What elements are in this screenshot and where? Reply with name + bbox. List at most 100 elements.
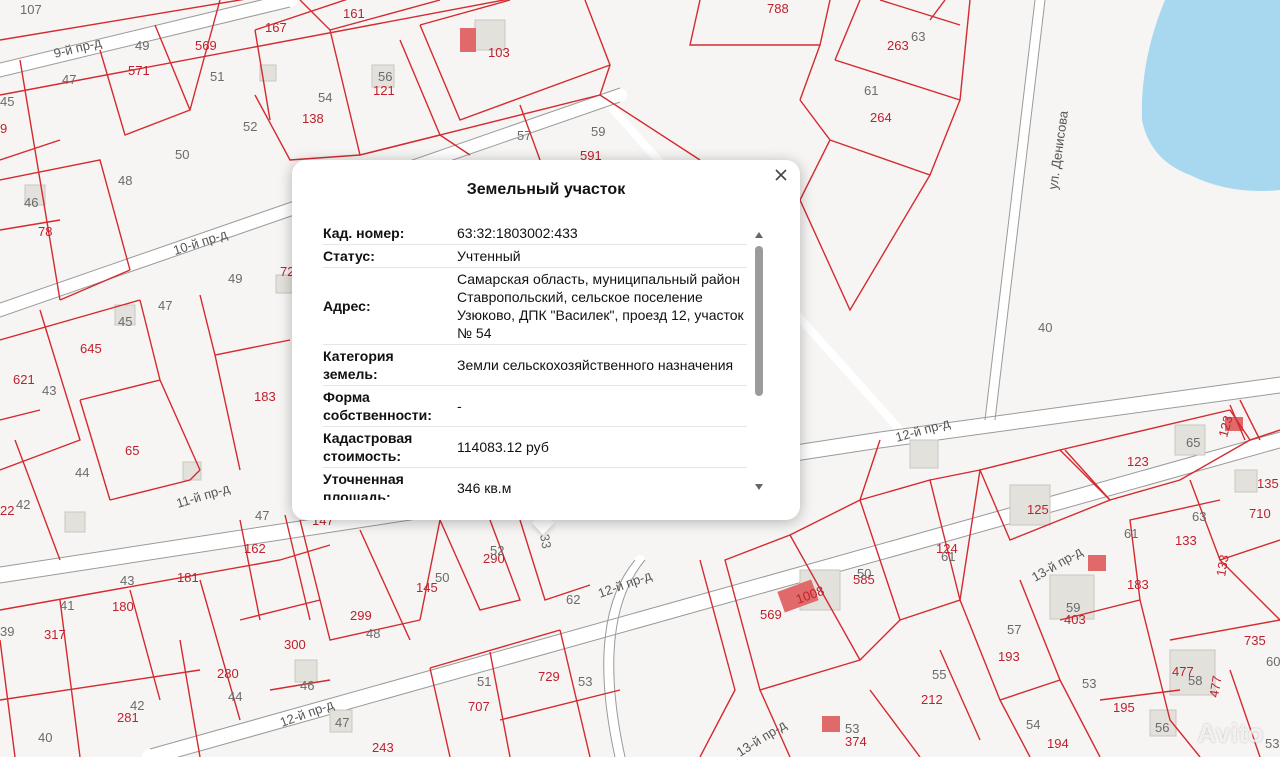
parcel-label: 300 xyxy=(284,637,306,652)
parcel-label: 123 xyxy=(1127,454,1149,469)
parcel-label: 42 xyxy=(16,497,30,512)
attr-row-ownership: Форма собственности: - xyxy=(323,386,747,427)
parcel-label: 50 xyxy=(435,570,449,585)
parcel-label: 22 xyxy=(0,503,14,518)
parcel-label: 78 xyxy=(38,224,52,239)
parcel-label: 280 xyxy=(217,666,239,681)
parcel-label: 571 xyxy=(128,63,150,78)
attr-key: Кадастровая стоимость: xyxy=(323,430,413,464)
triangle-up-icon[interactable] xyxy=(754,226,764,244)
attr-value: 114083.12 руб xyxy=(457,439,549,455)
parcel-label: 46 xyxy=(300,678,314,693)
parcel-label: 167 xyxy=(265,20,287,35)
parcel-label: 60 xyxy=(1266,654,1280,669)
parcel-label: 44 xyxy=(228,689,242,704)
parcel-label: 107 xyxy=(20,2,42,17)
parcel-label: 569 xyxy=(760,607,782,622)
triangle-down-icon[interactable] xyxy=(754,478,764,496)
parcel-label: 162 xyxy=(244,541,266,556)
watermark: Avito xyxy=(1197,718,1264,748)
parcel-label: 133 xyxy=(1175,533,1197,548)
parcel-label: 46 xyxy=(24,195,38,210)
parcel-label: 50 xyxy=(175,147,189,162)
popup-title: Земельный участок xyxy=(466,181,626,198)
parcel-label: 56 xyxy=(1155,720,1169,735)
parcel-label: 52 xyxy=(490,543,504,558)
parcel-label: 63 xyxy=(1192,509,1206,524)
attr-value: Земли сельскохозяйственного назначения xyxy=(457,357,734,373)
parcel-label: 194 xyxy=(1047,736,1069,751)
parcel-label: 58 xyxy=(1188,673,1202,688)
parcel-label: 59 xyxy=(1066,600,1080,615)
parcel-label: 61 xyxy=(941,549,955,564)
popup-scrollbar[interactable] xyxy=(752,226,766,496)
parcel-label: 43 xyxy=(120,573,134,588)
parcel-label: 103 xyxy=(488,45,510,60)
attr-row-cadastral-value: Кадастровая стоимость: 114083.12 руб xyxy=(323,427,747,468)
parcel-label: 57 xyxy=(1007,622,1021,637)
parcel-label: 125 xyxy=(1027,502,1049,517)
parcel-label: 735 xyxy=(1244,633,1266,648)
parcel-label: 62 xyxy=(566,592,580,607)
parcel-label: 50 xyxy=(857,566,871,581)
scrollbar-thumb[interactable] xyxy=(755,246,763,396)
parcel-label: 54 xyxy=(1026,717,1040,732)
parcel-label: 57 xyxy=(517,128,531,143)
parcel-label: 243 xyxy=(372,740,394,755)
parcel-label: 569 xyxy=(195,38,217,53)
parcel-label: 47 xyxy=(158,298,172,313)
parcel-label: 645 xyxy=(80,341,102,356)
parcel-label: 181 xyxy=(177,570,199,585)
parcel-label: 161 xyxy=(343,6,365,21)
parcel-label: 39 xyxy=(0,624,14,639)
parcel-label: 33 xyxy=(537,533,554,550)
attr-row-cadastral-number: Кад. номер: 63:32:1803002:433 xyxy=(323,222,747,245)
parcel-label: 47 xyxy=(62,72,76,87)
parcel-label: 180 xyxy=(112,599,134,614)
parcel-label: 317 xyxy=(44,627,66,642)
parcel-label: 44 xyxy=(75,465,89,480)
parcel-label: 49 xyxy=(228,271,242,286)
attr-row-area: Уточненная площадь: 346 кв.м xyxy=(323,468,747,500)
parcel-label: 59 xyxy=(591,124,605,139)
parcel-label: 193 xyxy=(998,649,1020,664)
parcel-label: 41 xyxy=(60,598,74,613)
attr-value: 346 кв.м xyxy=(457,480,512,496)
parcel-label: 48 xyxy=(366,626,380,641)
parcel-label: 621 xyxy=(13,372,35,387)
parcel-label: 707 xyxy=(468,699,490,714)
parcel-label: 51 xyxy=(477,674,491,689)
parcel-label: 135 xyxy=(1257,476,1279,491)
attr-value: - xyxy=(457,398,462,414)
parcel-label: 183 xyxy=(1127,577,1149,592)
parcel-label: 729 xyxy=(538,669,560,684)
attr-value: Самарская область, муниципальный район С… xyxy=(457,271,744,341)
parcel-label: 56 xyxy=(378,69,392,84)
attr-key: Кад. номер xyxy=(323,225,400,241)
parcel-label: 48 xyxy=(118,173,132,188)
parcel-label: 45 xyxy=(0,94,14,109)
parcel-info-popup: Земельный участок Кад. номер: 63:32:1803… xyxy=(292,160,800,520)
parcel-label: 40 xyxy=(1038,320,1052,335)
attr-key: Форма собственности: xyxy=(323,389,432,423)
parcel-attributes-table: Кад. номер: 63:32:1803002:433 Статус: Уч… xyxy=(323,222,747,500)
parcel-label: 40 xyxy=(38,730,52,745)
parcel-label: 53 xyxy=(845,721,859,736)
close-icon xyxy=(775,168,787,186)
parcel-label: 47 xyxy=(335,715,349,730)
parcel-label: 63 xyxy=(911,29,925,44)
parcel-label: 299 xyxy=(350,608,372,623)
parcel-label: 788 xyxy=(767,1,789,16)
parcel-label: 61 xyxy=(864,83,878,98)
attr-row-land-category: Категория земель: Земли сельскохозяйстве… xyxy=(323,345,747,386)
attr-key: Категория земель: xyxy=(323,348,394,382)
attr-key: Уточненная площадь: xyxy=(323,471,404,500)
parcel-label: 61 xyxy=(1124,526,1138,541)
attr-row-address: Адрес: Самарская область, муниципальный … xyxy=(323,268,747,345)
parcel-label: 212 xyxy=(921,692,943,707)
close-button[interactable] xyxy=(770,166,792,188)
parcel-label: 45 xyxy=(118,314,132,329)
attr-key: Статус xyxy=(323,248,371,264)
parcel-label: 138 xyxy=(302,111,324,126)
parcel-label: 53 xyxy=(1082,676,1096,691)
